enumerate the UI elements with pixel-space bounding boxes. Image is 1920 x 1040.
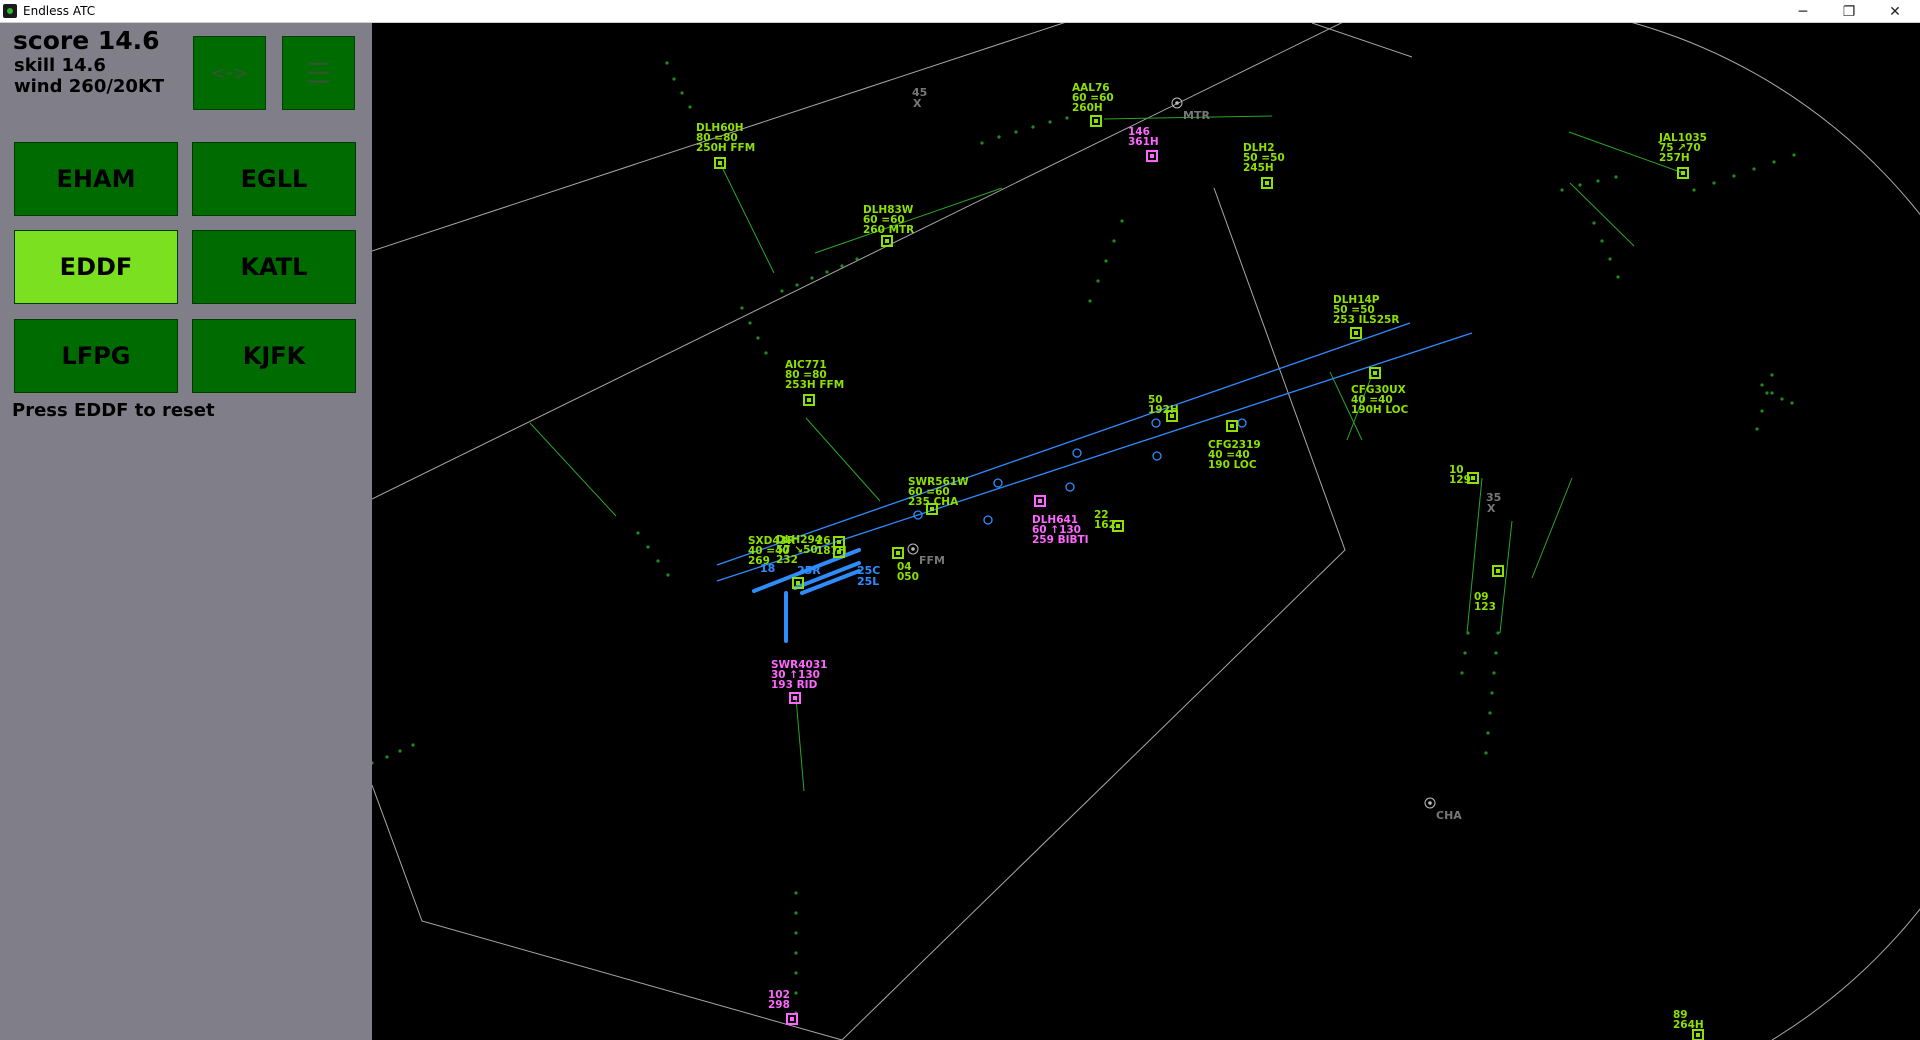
aircraft-blip[interactable]: DLH14P50 =50253 ILS25R bbox=[1333, 294, 1399, 339]
aircraft-blip[interactable]: 22162 bbox=[1094, 509, 1124, 532]
aircraft-layer[interactable]: DLH60H80 =80250H FFMAAL7660 =60260H14636… bbox=[696, 82, 1707, 1040]
aircraft-datablock-line: 050 bbox=[897, 571, 919, 583]
navaids bbox=[907, 97, 1436, 809]
radar-scope[interactable]: 25R 25C 25L 18 MTR FFM CHA 45 X 35 X DLH… bbox=[372, 23, 1920, 1040]
aircraft-center-dot bbox=[1038, 499, 1042, 503]
runway-label: 25L bbox=[857, 575, 879, 588]
close-button[interactable]: ✕ bbox=[1872, 0, 1918, 23]
aircraft-datablock-line: 123 bbox=[1474, 601, 1496, 613]
aircraft-center-dot bbox=[1230, 424, 1234, 428]
aircraft-center-dot bbox=[837, 550, 841, 554]
skill-label: skill 14.6 bbox=[14, 55, 106, 76]
aircraft-blip[interactable]: 50192H bbox=[1148, 394, 1179, 422]
menu-button[interactable]: ☰ bbox=[282, 36, 355, 110]
aircraft-center-dot bbox=[793, 696, 797, 700]
aircraft-center-dot bbox=[796, 581, 800, 585]
airport-button-kjfk[interactable]: KJFK bbox=[192, 319, 356, 393]
aircraft-blip[interactable]: 146361H bbox=[1128, 126, 1159, 162]
aircraft-center-dot bbox=[718, 161, 722, 165]
aircraft-datablock-line: 260H bbox=[1072, 102, 1103, 114]
aircraft-datablock-line: 260 MTR bbox=[863, 224, 914, 236]
fix-label-cha: CHA bbox=[1436, 809, 1462, 822]
aircraft-center-dot bbox=[1373, 371, 1377, 375]
aircraft-center-dot bbox=[885, 239, 889, 243]
aircraft-blip[interactable]: 10129 bbox=[1449, 464, 1479, 486]
aircraft-center-dot bbox=[1471, 476, 1475, 480]
vor-icon-ffm bbox=[907, 543, 919, 555]
airport-button-lfpg[interactable]: LFPG bbox=[14, 319, 178, 393]
minimize-button[interactable]: ─ bbox=[1780, 0, 1826, 23]
aircraft-blip[interactable]: 89264H bbox=[1673, 1009, 1704, 1040]
aircraft-datablock-line: 190H LOC bbox=[1351, 404, 1409, 416]
aircraft-blip[interactable]: JAL103575 ↗70257H bbox=[1658, 132, 1707, 179]
aircraft-datablock-line: 257H bbox=[1659, 152, 1690, 164]
wind-label: wind 260/20KT bbox=[14, 76, 165, 97]
aircraft-blip[interactable]: DLH83W60 =60260 MTR bbox=[863, 204, 914, 247]
aircraft-blip[interactable]: DLH64160 ↑130259 BIBTI bbox=[1032, 495, 1089, 546]
aircraft-center-dot bbox=[1696, 1033, 1700, 1037]
aircraft-blip[interactable]: DLH250 =50245H bbox=[1243, 142, 1285, 189]
aircraft-datablock-line: 250H FFM bbox=[696, 142, 755, 154]
runway-label: 25R bbox=[797, 564, 821, 577]
aircraft-blip[interactable]: SWR403130 ↑130193 RID bbox=[771, 659, 827, 704]
score-label: score 14.6 bbox=[13, 26, 160, 55]
vor-icon-mtr bbox=[1171, 97, 1183, 109]
aircraft-blip[interactable]: CFG30UX40 =40190H LOC bbox=[1351, 367, 1409, 416]
aircraft-center-dot bbox=[896, 551, 900, 555]
aircraft-datablock-line: 162 bbox=[1094, 519, 1116, 531]
aircraft-center-dot bbox=[837, 540, 841, 544]
aircraft-center-dot bbox=[1354, 331, 1358, 335]
altitude-marker: X bbox=[913, 97, 922, 110]
airport-button-eddf[interactable]: EDDF bbox=[14, 230, 178, 304]
aircraft-blip[interactable]: 09123 bbox=[1474, 565, 1504, 613]
control-sidebar: score 14.6 skill 14.6 wind 260/20KT <-> … bbox=[0, 23, 372, 1040]
window-title: Endless ATC bbox=[23, 4, 96, 18]
maximize-button[interactable]: ❐ bbox=[1826, 0, 1872, 23]
aircraft-center-dot bbox=[1265, 181, 1269, 185]
aircraft-datablock-line: 232 bbox=[776, 554, 798, 566]
aircraft-blip[interactable]: CFG231940 =40190 LOC bbox=[1208, 420, 1261, 471]
window-titlebar: Endless ATC ─ ❐ ✕ bbox=[0, 0, 1920, 23]
aircraft-center-dot bbox=[807, 398, 811, 402]
aircraft-datablock-line: 298 bbox=[768, 999, 790, 1011]
aircraft-datablock-line: 361H bbox=[1128, 136, 1159, 148]
aircraft-center-dot bbox=[1150, 154, 1154, 158]
aircraft-center-dot bbox=[1116, 524, 1120, 528]
fix-label-mtr: MTR bbox=[1183, 109, 1210, 122]
app-icon bbox=[3, 4, 17, 18]
aircraft-datablock-line: 259 BIBTI bbox=[1032, 534, 1089, 546]
aircraft-center-dot bbox=[1681, 171, 1685, 175]
aircraft-datablock-line: 193 RID bbox=[771, 679, 818, 691]
airport-button-eham[interactable]: EHAM bbox=[14, 142, 178, 216]
aircraft-datablock-line: 245H bbox=[1243, 162, 1274, 174]
aircraft-datablock-line: 264H bbox=[1673, 1019, 1704, 1031]
aircraft-datablock-line: 269 bbox=[748, 555, 770, 567]
altitude-marker: X bbox=[1487, 502, 1496, 515]
aircraft-blip[interactable]: AIC77180 =80253H FFM bbox=[785, 359, 844, 406]
aircraft-datablock-line: 253 ILS25R bbox=[1333, 314, 1399, 326]
swap-button[interactable]: <-> bbox=[193, 36, 266, 110]
aircraft-center-dot bbox=[790, 1017, 794, 1021]
aircraft-center-dot bbox=[1496, 569, 1500, 573]
reset-hint: Press EDDF to reset bbox=[12, 400, 215, 421]
airport-button-egll[interactable]: EGLL bbox=[192, 142, 356, 216]
aircraft-blip[interactable]: 102298 bbox=[768, 989, 798, 1025]
aircraft-datablock-line: 253H FFM bbox=[785, 379, 844, 391]
aircraft-datablock-line: 235 CHA bbox=[908, 496, 959, 508]
aircraft-center-dot bbox=[1094, 119, 1098, 123]
aircraft-datablock-line: 190 LOC bbox=[1208, 459, 1257, 471]
airport-button-katl[interactable]: KATL bbox=[192, 230, 356, 304]
vor-icon-cha bbox=[1424, 797, 1436, 809]
fix-label-ffm: FFM bbox=[919, 554, 945, 567]
aircraft-blip[interactable]: DLH60H80 =80250H FFM bbox=[696, 122, 755, 169]
aircraft-datablock-line: 129 bbox=[1449, 474, 1471, 486]
aircraft-datablock-line: 192H bbox=[1148, 404, 1179, 416]
